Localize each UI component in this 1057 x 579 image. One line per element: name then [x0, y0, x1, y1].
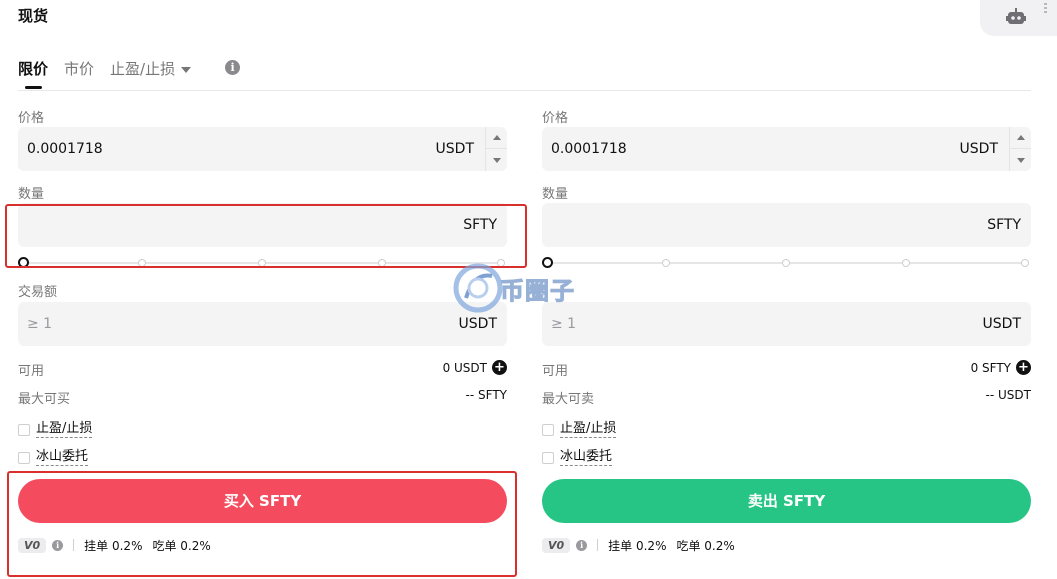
sell-price-decrement[interactable]: [1010, 149, 1031, 171]
slider-stop-25[interactable]: [662, 259, 670, 267]
buy-percent-slider[interactable]: [18, 257, 507, 269]
buy-max-value: -- SFTY: [465, 388, 507, 402]
buy-price-unit: USDT: [435, 141, 474, 157]
buy-available-value: 0 USDT: [442, 360, 487, 375]
buy-price-decrement[interactable]: [486, 149, 507, 171]
sell-price-stepper: [1009, 127, 1031, 171]
buy-price-label: 价格: [18, 111, 45, 126]
info-icon[interactable]: i: [52, 539, 64, 551]
sell-iceberg-checkbox[interactable]: 冰山委托: [542, 449, 613, 466]
arrow-up-icon: [1016, 135, 1025, 140]
arrow-down-icon: [1016, 157, 1025, 163]
slider-stop-75[interactable]: [902, 259, 910, 267]
buy-amount-unit: USDT: [458, 316, 497, 332]
deposit-plus-icon[interactable]: +: [492, 360, 507, 375]
watermark-text: 币圈子: [500, 276, 575, 305]
sell-price-value: 0.0001718: [551, 141, 627, 157]
sell-max-value: -- USDT: [985, 388, 1031, 402]
watermark-logo-icon: [453, 263, 503, 313]
sell-amount-placeholder: ≥ 1: [551, 316, 577, 332]
sell-price-input[interactable]: 0.0001718 USDT: [542, 127, 1031, 171]
sell-percent-slider[interactable]: [542, 257, 1031, 269]
sell-price-label: 价格: [542, 111, 569, 126]
checkbox-icon: [542, 451, 554, 464]
sell-amount-unit: USDT: [982, 316, 1021, 332]
sell-button[interactable]: 卖出 SFTY: [542, 479, 1031, 523]
sell-amount-input[interactable]: ≥ 1 USDT: [542, 302, 1031, 346]
buy-available-label: 可用: [18, 364, 45, 379]
menu-handle-icon[interactable]: [1044, 3, 1047, 15]
checkbox-icon: [18, 423, 30, 436]
buy-tpsl-label: 止盈/止损: [36, 421, 93, 438]
slider-stop-50[interactable]: [258, 259, 266, 267]
buy-qty-input[interactable]: SFTY: [18, 203, 507, 247]
buy-price-value: 0.0001718: [27, 141, 103, 157]
sell-qty-label: 数量: [542, 187, 569, 202]
arrow-down-icon: [492, 157, 501, 163]
slider-stop-75[interactable]: [378, 259, 386, 267]
watermark: 币圈子: [452, 262, 575, 314]
maker-fee: 挂单 0.2%: [84, 538, 143, 553]
buy-fee-row: V0 i 挂单 0.2% 吃单 0.2%: [18, 536, 211, 554]
buy-price-input[interactable]: 0.0001718 USDT: [18, 127, 507, 171]
buy-max-label: 最大可买: [18, 392, 71, 407]
sell-price-unit: USDT: [959, 141, 998, 157]
checkbox-icon: [542, 423, 554, 436]
sell-qty-unit: SFTY: [987, 217, 1021, 233]
vip-level-badge: V0: [18, 537, 47, 553]
info-icon[interactable]: i: [576, 539, 588, 551]
buy-button[interactable]: 买入 SFTY: [18, 479, 507, 523]
buy-tpsl-checkbox[interactable]: 止盈/止损: [18, 421, 93, 438]
buy-price-increment[interactable]: [486, 127, 507, 149]
vip-level-badge: V0: [542, 537, 571, 553]
deposit-plus-icon[interactable]: +: [1016, 360, 1031, 375]
sell-tpsl-label: 止盈/止损: [560, 421, 617, 438]
buy-panel: 价格 0.0001718 USDT 数量 SFTY 交易额 ≥ 1 USDT 可…: [18, 0, 508, 579]
arrow-up-icon: [492, 135, 501, 140]
sell-available-label: 可用: [542, 364, 569, 379]
sell-iceberg-label: 冰山委托: [560, 449, 613, 466]
buy-amount-input[interactable]: ≥ 1 USDT: [18, 302, 507, 346]
buy-amount-label: 交易额: [18, 285, 58, 300]
slider-stop-25[interactable]: [138, 259, 146, 267]
sell-price-increment[interactable]: [1010, 127, 1031, 149]
sell-available-value: 0 SFTY: [970, 360, 1011, 375]
slider-stop-50[interactable]: [782, 259, 790, 267]
sell-fee-row: V0 i 挂单 0.2% 吃单 0.2%: [542, 536, 735, 554]
checkbox-icon: [18, 451, 30, 464]
slider-handle[interactable]: [18, 257, 29, 268]
buy-price-stepper: [485, 127, 507, 171]
buy-qty-label: 数量: [18, 187, 45, 202]
sell-panel: 价格 0.0001718 USDT 数量 SFTY ≥ 1 USDT 可用 0 …: [542, 0, 1032, 579]
buy-qty-unit: SFTY: [463, 217, 497, 233]
taker-fee: 吃单 0.2%: [676, 538, 735, 553]
buy-amount-placeholder: ≥ 1: [27, 316, 53, 332]
taker-fee: 吃单 0.2%: [152, 538, 211, 553]
sell-qty-input[interactable]: SFTY: [542, 203, 1031, 247]
buy-iceberg-checkbox[interactable]: 冰山委托: [18, 449, 89, 466]
maker-fee: 挂单 0.2%: [608, 538, 667, 553]
buy-iceberg-label: 冰山委托: [36, 449, 89, 466]
sell-max-label: 最大可卖: [542, 392, 595, 407]
slider-stop-100[interactable]: [1021, 259, 1029, 267]
sell-tpsl-checkbox[interactable]: 止盈/止损: [542, 421, 617, 438]
